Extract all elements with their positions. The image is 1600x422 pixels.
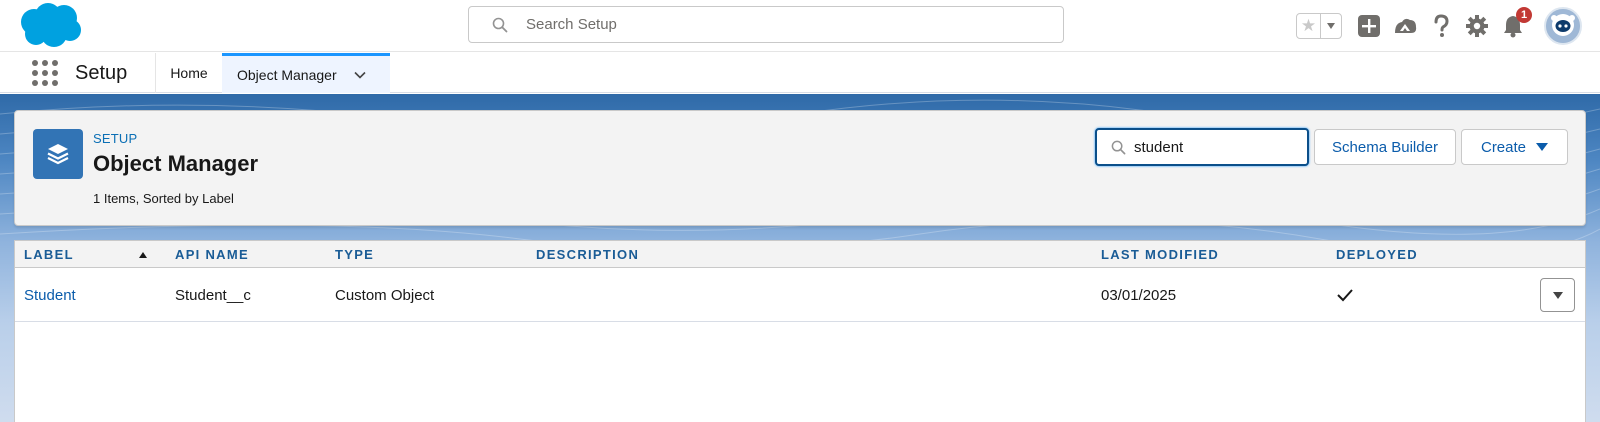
search-icon <box>1111 140 1126 154</box>
object-api-name: Student__c <box>175 286 251 304</box>
astro-avatar-icon <box>1546 9 1580 43</box>
object-last-modified: 03/01/2025 <box>1101 286 1177 304</box>
tab-home[interactable]: Home <box>156 53 222 93</box>
column-header-deployed[interactable]: DEPLOYED <box>1336 241 1418 268</box>
column-header-deployed-text: DEPLOYED <box>1336 247 1418 262</box>
trailhead-button[interactable] <box>1392 13 1418 39</box>
object-manager-header: SETUP Object Manager 1 Items, Sorted by … <box>14 110 1586 226</box>
object-label-link[interactable]: Student <box>24 268 76 322</box>
table-row: Student Student__c Custom Object 03/01/2… <box>15 268 1585 322</box>
quick-find-box[interactable] <box>1095 128 1309 166</box>
row-actions-button[interactable] <box>1540 278 1575 312</box>
column-header-api-name[interactable]: API NAME <box>175 241 249 268</box>
global-search-placeholder: Search Setup <box>526 16 617 33</box>
chevron-down-icon <box>1327 23 1335 29</box>
plus-icon <box>1358 15 1380 37</box>
tab-object-manager-label: Object Manager <box>237 66 337 83</box>
column-header-last-modified[interactable]: LAST MODIFIED <box>1101 241 1219 268</box>
favorites-list-button[interactable] <box>1321 14 1341 38</box>
tab-object-manager[interactable]: Object Manager <box>222 53 390 93</box>
schema-builder-button[interactable]: Schema Builder <box>1314 129 1456 165</box>
notification-badge: 1 <box>1516 7 1532 23</box>
favorites-button[interactable]: ★ <box>1296 13 1342 39</box>
app-nav-bar: Setup Home Object Manager <box>0 53 1600 93</box>
objects-table: LABEL API NAME TYPE DESCRIPTION LAST MOD… <box>14 240 1586 422</box>
list-status-text: 1 Items, Sorted by Label <box>93 191 234 206</box>
column-header-last-modified-text: LAST MODIFIED <box>1101 247 1220 262</box>
app-name: Setup <box>75 62 128 84</box>
help-button[interactable] <box>1428 13 1454 39</box>
sort-ascending-icon[interactable] <box>139 252 147 258</box>
create-button-label: Create <box>1480 138 1527 156</box>
deployed-check <box>1336 268 1354 322</box>
question-icon <box>1434 14 1449 37</box>
column-header-label-text: LABEL <box>24 247 74 262</box>
page-title: Object Manager <box>93 151 259 176</box>
trailhead-icon <box>1395 18 1417 33</box>
search-icon <box>492 17 508 32</box>
notifications-button[interactable]: 1 <box>1500 7 1532 39</box>
column-header-label[interactable]: LABEL <box>24 241 74 268</box>
gear-icon <box>1466 15 1488 37</box>
app-launcher-icon[interactable] <box>32 60 58 86</box>
create-button[interactable]: Create <box>1461 129 1568 165</box>
breadcrumb-setup[interactable]: SETUP <box>93 131 137 146</box>
global-search-input[interactable]: Search Setup <box>468 6 1064 43</box>
user-avatar[interactable] <box>1544 7 1582 45</box>
table-header: LABEL API NAME TYPE DESCRIPTION LAST MOD… <box>15 241 1585 268</box>
object-type: Custom Object <box>335 286 435 304</box>
caret-down-icon <box>1552 291 1563 299</box>
column-header-description-text: DESCRIPTION <box>536 247 640 262</box>
caret-down-icon <box>1536 143 1549 151</box>
column-header-type-text: TYPE <box>335 247 375 262</box>
global-header: Search Setup ★ 1 <box>0 0 1600 52</box>
column-header-api-name-text: API NAME <box>175 247 249 262</box>
star-icon[interactable]: ★ <box>1297 14 1321 38</box>
column-header-description[interactable]: DESCRIPTION <box>536 241 639 268</box>
tab-home-label: Home <box>170 65 208 81</box>
salesforce-logo[interactable] <box>18 2 82 48</box>
checkmark-icon <box>1337 289 1353 302</box>
setup-button[interactable] <box>1464 13 1490 39</box>
column-header-type[interactable]: TYPE <box>335 241 374 268</box>
chevron-down-icon[interactable] <box>353 68 367 82</box>
global-actions-button[interactable] <box>1356 13 1382 39</box>
quick-find-input[interactable] <box>1134 138 1294 156</box>
global-actions-bar: ★ 1 <box>1296 7 1582 45</box>
layers-icon <box>33 129 83 179</box>
